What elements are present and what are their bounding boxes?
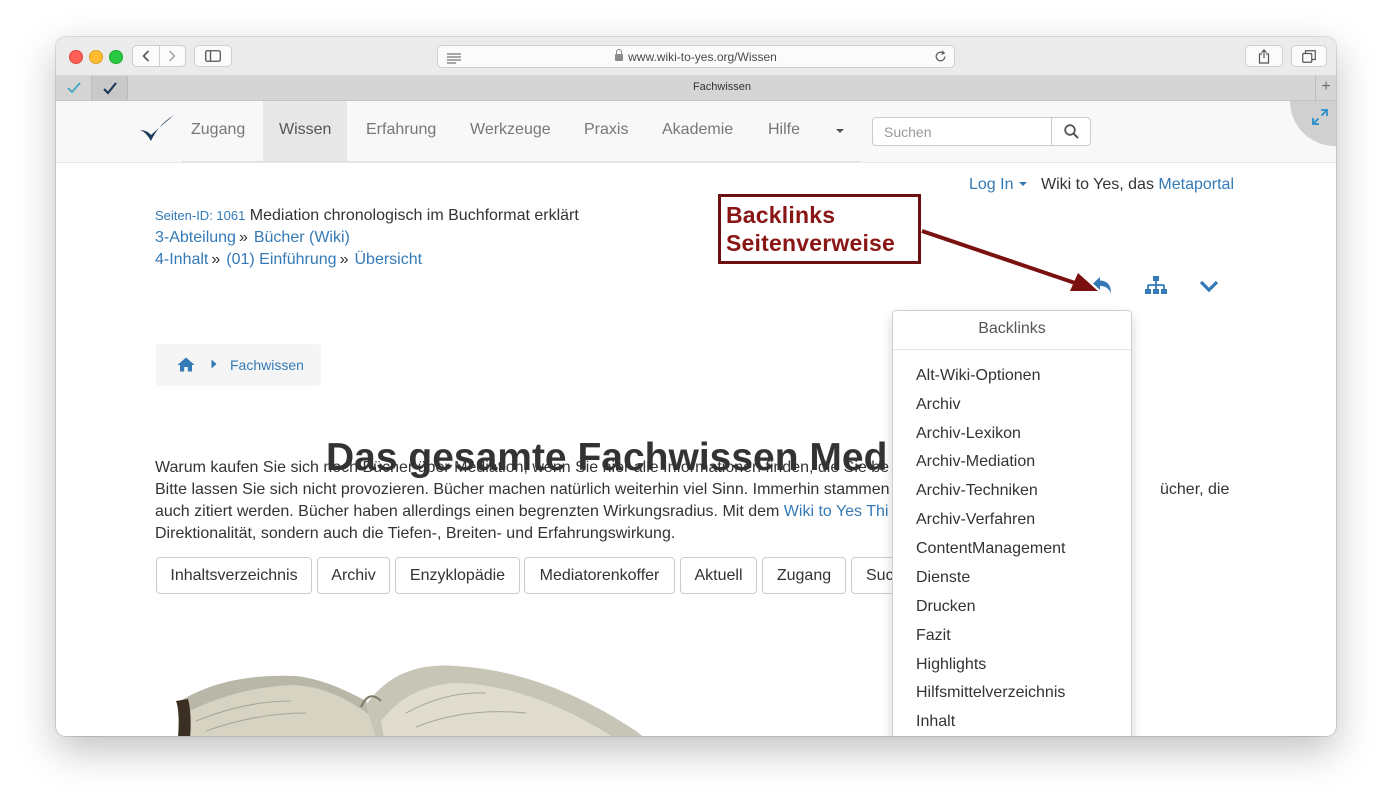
intro-line2-tail: ücher, die xyxy=(1160,481,1230,498)
back-button[interactable] xyxy=(133,46,159,66)
backlink-item[interactable]: Archiv-Verfahren xyxy=(916,511,1035,529)
checkmark-icon xyxy=(66,82,81,94)
sidebar-toggle-button[interactable] xyxy=(194,45,232,67)
reply-icon[interactable] xyxy=(1092,276,1114,294)
checkmark-icon xyxy=(102,81,117,95)
intro-line3: auch zitiert werden. Bücher haben allerd… xyxy=(155,503,888,521)
chevron-left-icon xyxy=(142,50,149,62)
forward-button[interactable] xyxy=(160,46,186,66)
pinned-tab[interactable] xyxy=(56,76,92,100)
share-button[interactable] xyxy=(1245,45,1283,67)
intro-line3-text: auch zitiert werden. Bücher haben allerd… xyxy=(155,503,784,520)
backlink-item[interactable]: Drucken xyxy=(916,598,976,616)
url-text-wrap: www.wiki-to-yes.org/Wissen xyxy=(438,49,954,64)
button-aktuell[interactable]: Aktuell xyxy=(680,557,757,594)
sidebar-icon xyxy=(205,50,221,62)
intro-line4: Direktionalität, sondern auch die Tiefen… xyxy=(155,525,676,542)
url-text: www.wiki-to-yes.org/Wissen xyxy=(628,50,777,64)
intro-line2: Bitte lassen Sie sich nicht provozieren.… xyxy=(155,481,890,498)
home-icon[interactable] xyxy=(177,357,195,372)
button-mediatorenkoffer[interactable]: Mediatorenkoffer xyxy=(524,557,675,594)
button-enzyklopaedie[interactable]: Enzyklopädie xyxy=(395,557,520,594)
tab-title[interactable]: Fachwissen xyxy=(128,81,1316,93)
share-icon xyxy=(1258,48,1270,64)
close-window-button[interactable] xyxy=(69,50,83,64)
breadcrumb: Fachwissen xyxy=(156,344,321,386)
backlink-item[interactable]: Inhalt xyxy=(916,713,955,731)
backlink-item[interactable]: Archiv-Lexikon xyxy=(916,425,1021,443)
browser-titlebar: www.wiki-to-yes.org/Wissen xyxy=(56,37,1336,76)
chevron-right-icon xyxy=(169,50,176,62)
backlink-item[interactable]: Fazit xyxy=(916,627,951,645)
backlink-item[interactable]: Dienste xyxy=(916,569,970,587)
backlinks-dropdown: Backlinks Alt-Wiki-Optionen Archiv Archi… xyxy=(892,310,1132,736)
history-nav-group xyxy=(132,45,186,67)
sitemap-icon[interactable] xyxy=(1145,276,1167,296)
caret-right-icon xyxy=(211,359,217,369)
open-book-image xyxy=(176,665,643,736)
backlink-item[interactable]: Archiv xyxy=(916,396,960,414)
pinned-tab-active[interactable] xyxy=(92,76,128,100)
backlink-item[interactable]: ContentManagement xyxy=(916,540,1065,558)
page-content: Zugang Wissen Erfahrung Werkzeuge Praxis… xyxy=(56,101,1336,736)
new-tab-button[interactable]: + xyxy=(1315,76,1336,100)
backlink-item[interactable]: Hilfsmittelverzeichnis xyxy=(916,684,1065,702)
button-archiv[interactable]: Archiv xyxy=(317,557,390,594)
wiki-to-yes-link[interactable]: Wiki to Yes Thi xyxy=(784,503,889,520)
backlinks-header: Backlinks xyxy=(893,311,1131,350)
lock-icon xyxy=(615,49,624,61)
tabs-icon xyxy=(1302,49,1316,63)
browser-window: www.wiki-to-yes.org/Wissen Fachwissen + … xyxy=(56,37,1336,736)
annotation-arrow xyxy=(921,229,1098,291)
backlink-item[interactable]: Archiv-Mediation xyxy=(916,453,1035,471)
backlink-item[interactable]: Alt-Wiki-Optionen xyxy=(916,367,1040,385)
backlink-item[interactable]: Archiv-Techniken xyxy=(916,482,1038,500)
button-zugang[interactable]: Zugang xyxy=(762,557,846,594)
tab-bar: Fachwissen + xyxy=(56,76,1336,101)
backlink-item[interactable]: Highlights xyxy=(916,656,986,674)
zoom-window-button[interactable] xyxy=(109,50,123,64)
intro-line1: Warum kaufen Sie sich noch Bücher über M… xyxy=(155,459,890,476)
button-inhaltsverzeichnis[interactable]: Inhaltsverzeichnis xyxy=(156,557,312,594)
minimize-window-button[interactable] xyxy=(89,50,103,64)
breadcrumb-current[interactable]: Fachwissen xyxy=(230,357,304,373)
address-bar[interactable]: www.wiki-to-yes.org/Wissen xyxy=(437,45,955,68)
tab-overview-button[interactable] xyxy=(1291,45,1327,67)
reload-icon[interactable] xyxy=(934,50,947,68)
chevron-down-icon[interactable] xyxy=(1199,280,1219,294)
